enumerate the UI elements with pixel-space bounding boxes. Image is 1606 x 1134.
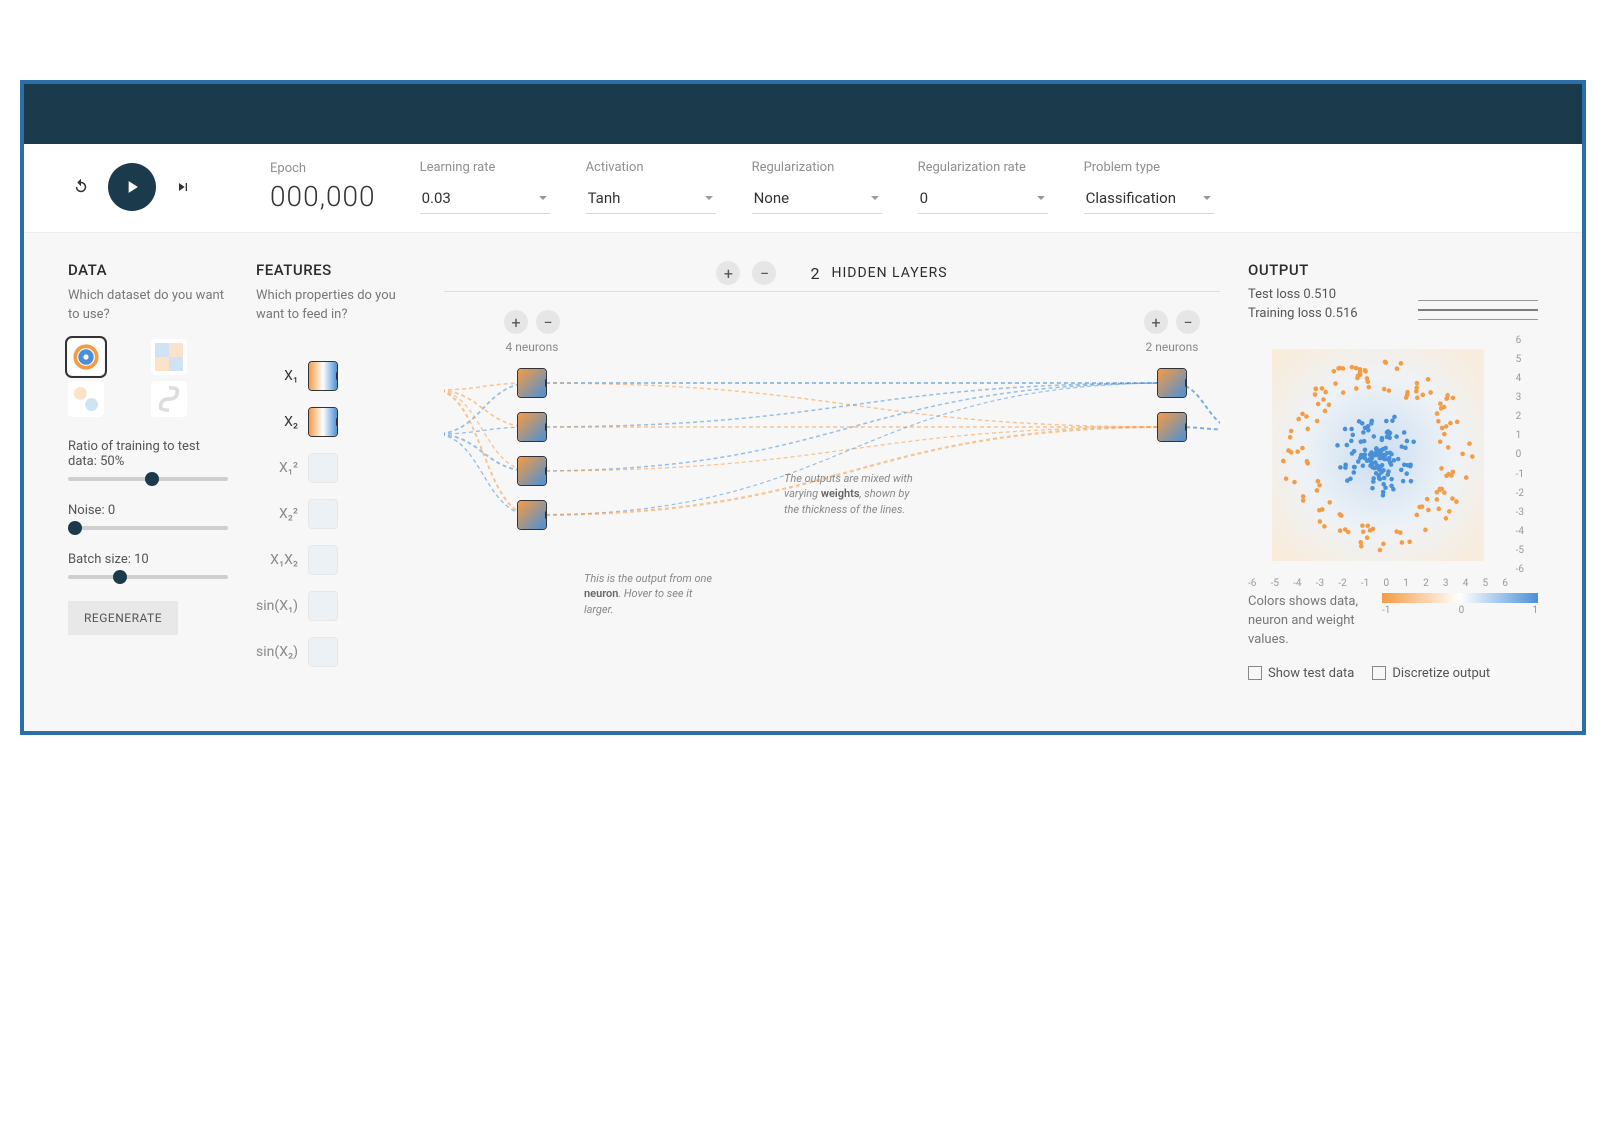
- chevron-down-icon: [1202, 193, 1212, 203]
- dataset-circle[interactable]: [68, 339, 104, 375]
- features-column: FEATURES Which properties do you want to…: [256, 261, 416, 681]
- select-regularization-rate[interactable]: Regularization rate 0: [918, 160, 1048, 214]
- test-loss-chart: [1418, 289, 1538, 301]
- train-loss-chart: [1418, 308, 1538, 320]
- output-plot[interactable]: 6543210-1-2-3-4-5-6 -6-5-4-3-2-10123456: [1248, 335, 1508, 575]
- ratio-slider[interactable]: [68, 477, 228, 481]
- legend-text: Colors shows data, neuron and weight val…: [1248, 593, 1368, 650]
- layer2-add-neuron[interactable]: +: [1144, 310, 1168, 334]
- epoch-value: 000,000: [270, 180, 376, 213]
- x-axis-ticks: -6-5-4-3-2-10123456: [1248, 578, 1508, 589]
- neuron[interactable]: [1157, 368, 1187, 398]
- select-learning-rate[interactable]: Learning rate 0.03: [420, 160, 550, 214]
- noise-slider[interactable]: [68, 526, 228, 530]
- dataset-xor[interactable]: [151, 339, 187, 375]
- discretize-label: Discretize output: [1392, 666, 1490, 681]
- layer1-remove-neuron[interactable]: −: [536, 310, 560, 334]
- data-heading: DATA: [68, 261, 228, 279]
- feature-node: [308, 545, 338, 575]
- epoch-label: Epoch: [270, 161, 376, 176]
- data-prompt: Which dataset do you want to use?: [68, 287, 228, 325]
- neuron[interactable]: [517, 456, 547, 486]
- regenerate-button[interactable]: REGENERATE: [68, 601, 178, 635]
- output-column: OUTPUT Test loss 0.510 Training loss 0.5…: [1248, 261, 1538, 681]
- epoch-display: Epoch 000,000: [270, 161, 376, 213]
- play-button[interactable]: [108, 163, 156, 211]
- chevron-down-icon: [1036, 193, 1046, 203]
- feature-X₁²[interactable]: X₁²: [256, 453, 416, 483]
- neuron[interactable]: [517, 500, 547, 530]
- features-prompt: Which properties do you want to feed in?: [256, 287, 416, 325]
- feature-node: [308, 407, 338, 437]
- legend-mid: 0: [1459, 605, 1465, 616]
- layer1-add-neuron[interactable]: +: [504, 310, 528, 334]
- y-axis-ticks: 6543210-1-2-3-4-5-6: [1516, 335, 1524, 575]
- callout-neuron: This is the output from one neuron. Hove…: [584, 571, 714, 617]
- test-loss: Test loss 0.510: [1248, 287, 1336, 302]
- output-heading: OUTPUT: [1248, 261, 1538, 279]
- noise-label: Noise: 0: [68, 503, 228, 518]
- feature-node: [308, 499, 338, 529]
- feature-node: [308, 453, 338, 483]
- feature-sin(X₂)[interactable]: sin(X₂): [256, 637, 416, 667]
- chevron-down-icon: [538, 193, 548, 203]
- feature-node: [308, 637, 338, 667]
- remove-layer-button[interactable]: −: [752, 261, 776, 285]
- hidden-layers-count: 2: [810, 264, 819, 283]
- network-column: + − 2 HIDDEN LAYERS + − 4 neurons: [444, 261, 1220, 681]
- chevron-down-icon: [870, 193, 880, 203]
- legend-max: 1: [1532, 605, 1538, 616]
- add-layer-button[interactable]: +: [716, 261, 740, 285]
- feature-X₂²[interactable]: X₂²: [256, 499, 416, 529]
- data-column: DATA Which dataset do you want to use? R…: [68, 261, 228, 681]
- discretize-output-checkbox[interactable]: Discretize output: [1372, 666, 1490, 681]
- app-banner: [24, 84, 1582, 144]
- batch-label: Batch size: 10: [68, 552, 228, 567]
- neuron[interactable]: [1157, 412, 1187, 442]
- feature-node: [308, 591, 338, 621]
- select-regularization[interactable]: Regularization None: [752, 160, 882, 214]
- topbar: Epoch 000,000 Learning rate 0.03 Activat…: [24, 144, 1582, 233]
- callout-weights: The outputs are mixed with varying weigh…: [784, 471, 914, 517]
- hidden-layers-label: HIDDEN LAYERS: [831, 265, 947, 281]
- neuron[interactable]: [517, 368, 547, 398]
- dataset-gauss[interactable]: [68, 381, 104, 417]
- layer1-count: 4 neurons: [506, 340, 559, 354]
- layer2-remove-neuron[interactable]: −: [1176, 310, 1200, 334]
- show-test-label: Show test data: [1268, 666, 1354, 681]
- chevron-down-icon: [704, 193, 714, 203]
- select-problem-type[interactable]: Problem type Classification: [1084, 160, 1214, 214]
- layer2-count: 2 neurons: [1146, 340, 1199, 354]
- dataset-spiral[interactable]: [151, 381, 187, 417]
- show-test-data-checkbox[interactable]: Show test data: [1248, 666, 1354, 681]
- feature-X₁X₂[interactable]: X₁X₂: [256, 545, 416, 575]
- feature-sin(X₁)[interactable]: sin(X₁): [256, 591, 416, 621]
- step-icon[interactable]: [170, 174, 196, 200]
- batch-slider[interactable]: [68, 575, 228, 579]
- feature-X₁[interactable]: X₁: [256, 361, 416, 391]
- train-loss: Training loss 0.516: [1248, 306, 1358, 321]
- features-heading: FEATURES: [256, 261, 416, 279]
- ratio-label: Ratio of training to test data: 50%: [68, 439, 228, 469]
- feature-X₂[interactable]: X₂: [256, 407, 416, 437]
- neuron[interactable]: [517, 412, 547, 442]
- legend-min: -1: [1382, 605, 1390, 616]
- feature-node: [308, 361, 338, 391]
- reset-icon[interactable]: [68, 174, 94, 200]
- color-legend: -1 0 1: [1382, 593, 1538, 616]
- select-activation[interactable]: Activation Tanh: [586, 160, 716, 214]
